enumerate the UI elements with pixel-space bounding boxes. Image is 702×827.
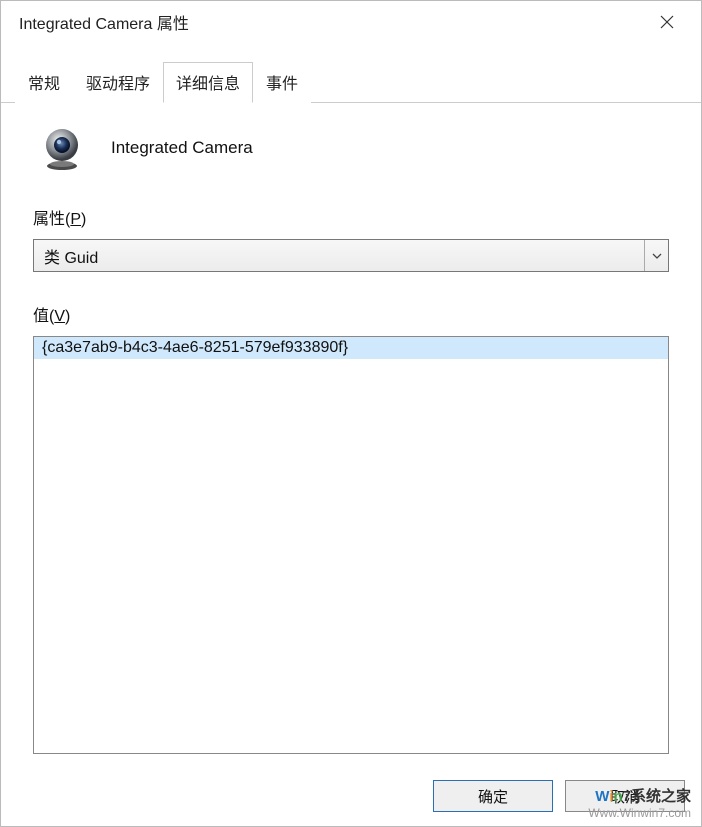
tab-driver[interactable]: 驱动程序	[73, 62, 163, 103]
value-item[interactable]: {ca3e7ab9-b4c3-4ae6-8251-579ef933890f}	[34, 337, 668, 359]
tab-general[interactable]: 常规	[15, 62, 73, 103]
camera-icon	[39, 125, 85, 171]
tab-strip: 常规 驱动程序 详细信息 事件	[1, 61, 701, 103]
close-icon	[660, 15, 674, 29]
dialog-buttons: 确定 取消 Win7系统之家 Www.Winwin7.com	[1, 766, 701, 826]
property-label: 属性(P)	[33, 205, 669, 229]
ok-button[interactable]: 确定	[433, 780, 553, 812]
window-title: Integrated Camera 属性	[19, 10, 189, 34]
device-name: Integrated Camera	[111, 138, 253, 158]
cancel-button[interactable]: 取消	[565, 780, 685, 812]
value-label: 值(V)	[33, 302, 669, 326]
chevron-down-icon	[644, 240, 668, 271]
value-listbox[interactable]: {ca3e7ab9-b4c3-4ae6-8251-579ef933890f}	[33, 336, 669, 754]
tab-content: Integrated Camera 属性(P) 类 Guid 值(V) {ca3…	[1, 103, 701, 766]
tab-events[interactable]: 事件	[253, 62, 311, 103]
property-dropdown[interactable]: 类 Guid	[33, 239, 669, 272]
tab-details[interactable]: 详细信息	[163, 62, 253, 103]
dropdown-selected: 类 Guid	[44, 244, 98, 268]
titlebar: Integrated Camera 属性	[1, 1, 701, 43]
properties-dialog: Integrated Camera 属性 常规 驱动程序 详细信息 事件	[0, 0, 702, 827]
device-header: Integrated Camera	[39, 125, 669, 171]
close-button[interactable]	[647, 6, 687, 38]
